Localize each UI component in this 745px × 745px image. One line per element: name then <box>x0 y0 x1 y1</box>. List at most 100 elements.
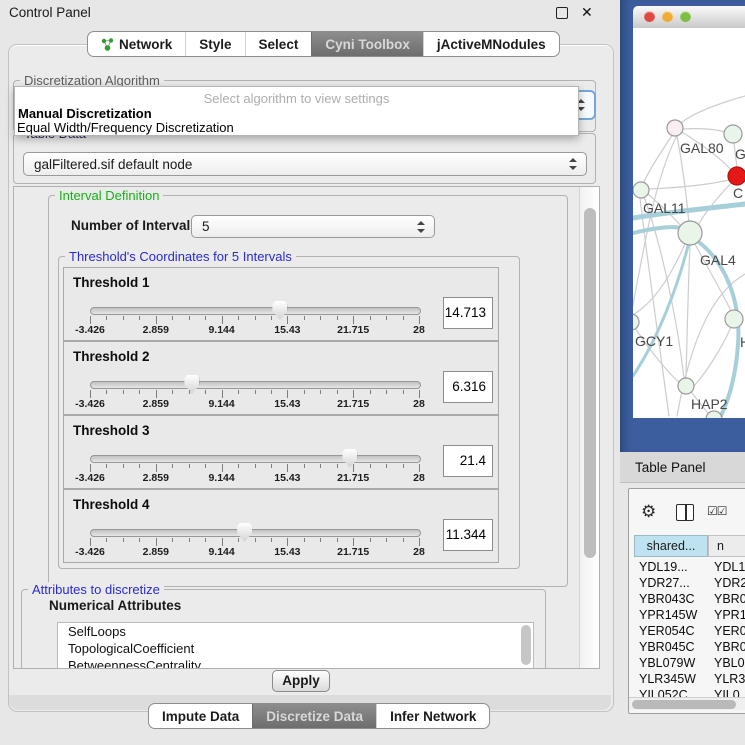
network-node-hap2[interactable] <box>678 378 694 394</box>
horizontal-scrollbar[interactable] <box>629 697 745 710</box>
tab-label: Infer Network <box>390 709 476 724</box>
dropdown-prompt-item[interactable]: Select algorithm to view settings <box>15 91 578 106</box>
attribute-list-item[interactable]: BetweennessCentrality <box>58 657 533 669</box>
tick-label: 21.715 <box>337 398 369 410</box>
network-node-gcy1[interactable] <box>633 314 639 330</box>
network-node-h[interactable] <box>725 310 743 328</box>
table-row[interactable]: YLR345W YLR3 <box>634 671 745 687</box>
table-row[interactable]: YDR27... YDR2 <box>634 575 745 591</box>
network-window-titlebar[interactable] <box>633 6 745 29</box>
tick-label: 28 <box>413 472 425 484</box>
network-node-label: GCY1 <box>635 333 673 349</box>
close-icon[interactable]: ✕ <box>581 4 593 21</box>
zoom-traffic-light-icon[interactable] <box>680 11 691 22</box>
table-cell-name[interactable]: YBR0 <box>714 639 745 655</box>
gear-icon[interactable]: ⚙ <box>641 502 656 522</box>
attribute-list-item[interactable]: SelfLoops <box>58 623 533 640</box>
network-node-c[interactable] <box>728 167 745 185</box>
slider-ticks <box>90 316 419 324</box>
network-node-label: GAL4 <box>700 252 736 268</box>
cyni-bottom-tabbar: Impute DataDiscretize Data Infer Network <box>148 703 490 729</box>
network-canvas[interactable]: GAL80GACGAL11GAL4GCY1HHAP2 <box>633 28 745 418</box>
tick-label: 2.859 <box>143 324 169 336</box>
bottom-tab-infer-network[interactable]: Infer Network <box>376 704 489 728</box>
slider-track[interactable] <box>90 381 421 389</box>
close-traffic-light-icon[interactable] <box>644 11 655 22</box>
table-cell-name[interactable]: YLR3 <box>714 671 745 687</box>
threshold-value-field[interactable]: 6.316 <box>443 371 493 403</box>
tick-label: -3.426 <box>75 472 105 484</box>
tab-jactivemnodules[interactable]: jActiveMNodules <box>423 32 559 56</box>
threshold-value-field[interactable]: 14.713 <box>443 297 493 329</box>
tab-style[interactable]: Style <box>185 32 244 56</box>
table-cell-name[interactable]: YDR2 <box>714 575 745 591</box>
network-node-gal4[interactable] <box>678 221 702 245</box>
table-cell-shared-name[interactable]: YBR043C <box>639 591 695 607</box>
table-row[interactable]: YBL079W YBL0 <box>634 655 745 671</box>
table-cell-shared-name[interactable]: YDR27... <box>639 575 690 591</box>
dropdown-option-manual[interactable]: Manual Discretization <box>18 106 152 121</box>
tick-label: 15.43 <box>274 472 300 484</box>
table-data-combobox[interactable]: galFiltered.sif default node <box>23 152 587 176</box>
network-node-gal80[interactable] <box>667 120 683 136</box>
tick-label: 2.859 <box>143 472 169 484</box>
slider-ticks <box>90 390 419 398</box>
threshold-value-field[interactable]: 21.4 <box>443 445 493 477</box>
table-row[interactable]: YPR145W YPR1 <box>634 607 745 623</box>
tick-label: -3.426 <box>75 324 105 336</box>
table-cell-shared-name[interactable]: YER054C <box>639 623 695 639</box>
tick-label: 28 <box>413 546 425 558</box>
scrollbar-thumb[interactable] <box>632 700 736 709</box>
bottom-tab-impute-data[interactable]: Impute Data <box>149 704 252 728</box>
network-node-gal11[interactable] <box>633 182 649 198</box>
tick-label: 15.43 <box>274 398 300 410</box>
slider-track[interactable] <box>90 529 421 537</box>
table-cell-name[interactable]: YPR1 <box>714 607 745 623</box>
table-cell-name[interactable]: YER0 <box>714 623 745 639</box>
attribute-list-item[interactable]: TopologicalCoefficient <box>58 640 533 657</box>
table-cell-shared-name[interactable]: YBL079W <box>639 655 695 671</box>
table-cell-shared-name[interactable]: YPR145W <box>639 607 697 623</box>
dropdown-option-equal-width[interactable]: Equal Width/Frequency Discretization <box>17 120 234 135</box>
table-cell-name[interactable]: YDL1 <box>714 559 745 575</box>
network-edge <box>649 180 729 189</box>
list-scrollbar-thumb[interactable] <box>521 625 531 665</box>
network-edge <box>644 197 684 378</box>
network-node-label: H <box>740 334 745 350</box>
bottom-tab-discretize-data[interactable]: Discretize Data <box>252 704 376 728</box>
threshold-value-field[interactable]: 11.344 <box>443 519 493 551</box>
scrollbar-track[interactable] <box>579 187 599 668</box>
slider-track[interactable] <box>90 455 421 463</box>
table-cell-shared-name[interactable]: YDL19... <box>639 559 688 575</box>
column-header-name[interactable]: n <box>708 535 745 557</box>
table-row[interactable]: YBR043C YBR0 <box>634 591 745 607</box>
num-intervals-label: Number of Intervals <box>71 218 198 233</box>
minimize-traffic-light-icon[interactable] <box>662 11 673 22</box>
column-header-shared-name[interactable]: shared... <box>634 535 708 557</box>
float-window-icon[interactable] <box>556 7 568 19</box>
columns-icon[interactable] <box>676 504 694 521</box>
tab-cyni-toolbox[interactable]: Cyni Toolbox <box>311 32 423 56</box>
tab-select[interactable]: Select <box>245 32 312 56</box>
table-row[interactable]: YDL19... YDL1 <box>634 559 745 575</box>
table-cell-shared-name[interactable]: YBR045C <box>639 639 695 655</box>
table-row[interactable]: YBR045C YBR0 <box>634 639 745 655</box>
checkboxes-icon[interactable]: ☑☑ <box>707 504 727 518</box>
threshold-label: Threshold 4 <box>73 497 150 512</box>
network-edge <box>683 129 725 132</box>
table-cell-name[interactable]: YBR0 <box>714 591 745 607</box>
slider-track[interactable] <box>90 307 421 315</box>
num-intervals-combobox[interactable]: 5 <box>191 215 435 238</box>
table-row[interactable]: YER054C YER0 <box>634 623 745 639</box>
scrollbar-thumb[interactable] <box>584 208 596 558</box>
network-node-ga[interactable] <box>724 125 742 143</box>
slider-ticks <box>90 538 419 546</box>
numerical-attributes-list[interactable]: SelfLoopsTopologicalCoefficientBetweenne… <box>57 622 534 669</box>
tab-network[interactable]: Network <box>88 32 185 56</box>
num-intervals-value: 5 <box>202 216 210 237</box>
network-node[interactable] <box>706 411 722 418</box>
table-cell-shared-name[interactable]: YLR345W <box>639 671 696 687</box>
apply-button[interactable]: Apply <box>272 670 330 692</box>
table-cell-name[interactable]: YBL0 <box>714 655 745 671</box>
tick-label: 21.715 <box>337 546 369 558</box>
